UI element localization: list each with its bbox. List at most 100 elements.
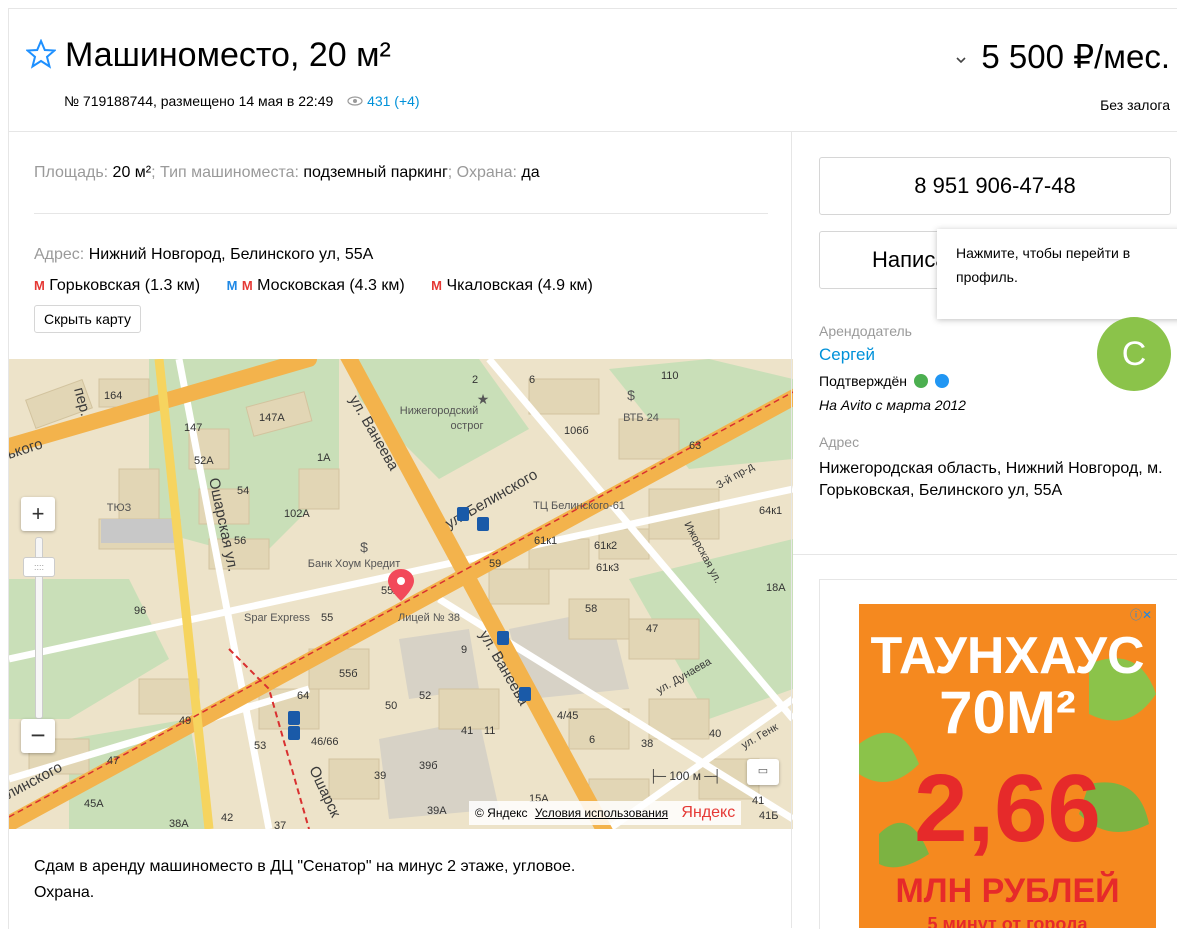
svg-text:ТЮЗ: ТЮЗ <box>107 502 132 514</box>
zoom-slider-handle[interactable]: :::: <box>23 557 55 577</box>
svg-text:147: 147 <box>184 422 202 434</box>
svg-text:6: 6 <box>529 374 535 386</box>
svg-text:53: 53 <box>254 740 266 752</box>
svg-text:Нижегородский: Нижегородский <box>400 405 478 417</box>
svg-text:6: 6 <box>589 734 595 746</box>
svg-text:47: 47 <box>107 755 119 767</box>
svg-text:63: 63 <box>689 440 701 452</box>
email-verified-icon <box>934 374 949 388</box>
svg-text:164: 164 <box>104 390 122 402</box>
listing-title: Машиноместо, 20 м² <box>65 36 391 74</box>
svg-text:46/66: 46/66 <box>311 736 339 748</box>
svg-text:Банк Хоум Кредит: Банк Хоум Кредит <box>308 558 401 570</box>
address-value: Нижний Новгород, Белинского ул, 55А <box>88 246 374 263</box>
favorite-star-icon[interactable] <box>26 39 56 69</box>
metro-icon: М <box>226 278 238 293</box>
avatar[interactable]: С <box>1097 317 1171 391</box>
verified-status: Подтверждён <box>819 373 949 389</box>
svg-text:ТЦ Белинского-61: ТЦ Белинского-61 <box>533 500 625 512</box>
phone-button[interactable]: 8 951 906-47-48 <box>819 157 1171 215</box>
svg-text:41: 41 <box>752 795 764 807</box>
map[interactable]: 164 147А 147 52А 54 1А 102А 56 96 55 55А… <box>9 359 793 829</box>
area-value: 20 м² <box>112 164 152 181</box>
ad-close-icon[interactable]: ⓘ✕ <box>1130 606 1152 623</box>
svg-text:102А: 102А <box>284 508 310 520</box>
listing-meta: № 719188744, размещено 14 мая в 22:49 43… <box>64 93 420 109</box>
svg-text:96: 96 <box>134 605 146 617</box>
svg-text:55б: 55б <box>339 668 358 680</box>
address-label-right: Адрес <box>819 434 860 450</box>
map-terms-link[interactable]: Условия использования <box>535 806 668 820</box>
svg-text:106б: 106б <box>564 425 589 437</box>
svg-text:38А: 38А <box>169 818 189 829</box>
hide-map-button[interactable]: Скрыть карту <box>34 305 141 333</box>
price-value: 5 500 ₽/мес. <box>981 38 1170 75</box>
svg-text:61к3: 61к3 <box>596 562 619 574</box>
deposit-info: Без залога <box>1100 97 1170 113</box>
type-label: Тип машиноместа: <box>160 164 299 181</box>
page-frame: Машиноместо, 20 м² № 719188744, размещен… <box>8 8 1177 929</box>
metro-icon: М <box>241 278 253 293</box>
advertisement-banner[interactable]: ⓘ✕ ТАУНХАУС 70М² 2,66 МЛН РУБЛЕЙ 5 минут… <box>859 604 1156 928</box>
full-address: Нижегородская область, Нижний Новгород, … <box>819 460 1163 499</box>
listing-description: Сдам в аренду машиноместо в ДЦ "Сенатор"… <box>34 854 575 906</box>
svg-text:55: 55 <box>321 612 333 624</box>
metro-station: Чкаловская (4.9 км) <box>446 277 593 294</box>
member-since: На Avito с марта 2012 <box>819 397 966 413</box>
svg-text:★: ★ <box>477 391 490 407</box>
ad-line-2: 70М² <box>939 679 1076 746</box>
zoom-out-button[interactable]: − <box>21 719 55 753</box>
svg-text:49: 49 <box>179 715 191 727</box>
listing-header: Машиноместо, 20 м² № 719188744, размещен… <box>9 9 1177 132</box>
map-scale: ├─ 100 м ─┤ <box>649 769 722 783</box>
map-copyright: © Яндекс <box>475 806 528 820</box>
divider <box>793 554 1177 555</box>
svg-text:39: 39 <box>374 770 386 782</box>
svg-text:38: 38 <box>641 738 653 750</box>
svg-text:59: 59 <box>489 558 501 570</box>
area-label: Площадь: <box>34 164 109 181</box>
eye-icon <box>347 93 363 109</box>
svg-text:9: 9 <box>461 644 467 656</box>
svg-text:40: 40 <box>709 728 721 740</box>
svg-text:64к1: 64к1 <box>759 505 782 517</box>
address-label: Адрес: <box>34 246 85 263</box>
svg-text:39б: 39б <box>419 760 438 772</box>
svg-text:52: 52 <box>419 690 431 702</box>
svg-text:54: 54 <box>237 485 249 497</box>
svg-text:11: 11 <box>484 725 495 737</box>
type-value: подземный паркинг <box>303 164 448 181</box>
svg-text:41Б: 41Б <box>759 810 778 822</box>
metro-list: М Горьковская (1.3 км) М М Московская (4… <box>34 277 593 295</box>
guard-label: Охрана: <box>456 164 517 181</box>
svg-text:45А: 45А <box>84 798 104 810</box>
svg-text:1А: 1А <box>317 452 331 464</box>
svg-text:18А: 18А <box>766 582 786 594</box>
zoom-in-button[interactable]: + <box>21 497 55 531</box>
svg-text:110: 110 <box>661 370 679 382</box>
svg-text:41: 41 <box>461 725 473 737</box>
listing-params: Площадь: 20 м²; Тип машиноместа: подземн… <box>34 164 540 181</box>
price: 5 500 ₽/мес. <box>951 37 1170 77</box>
currency-dropdown-icon[interactable] <box>951 49 971 69</box>
phone-verified-icon <box>913 374 928 388</box>
guard-value: да <box>521 164 540 181</box>
landlord-label: Арендодатель <box>819 323 912 339</box>
svg-text:2: 2 <box>472 374 478 386</box>
svg-text:50: 50 <box>385 700 397 712</box>
ad-line-4: МЛН РУБЛЕЙ <box>895 872 1120 910</box>
svg-text:42: 42 <box>221 812 233 824</box>
verified-label: Подтверждён <box>819 373 908 389</box>
description-line: Охрана. <box>34 884 95 901</box>
scale-label: 100 м <box>669 769 701 783</box>
svg-text:острог: острог <box>451 420 484 432</box>
svg-text:Лицей № 38: Лицей № 38 <box>398 612 460 624</box>
listing-number-date: № 719188744, размещено 14 мая в 22:49 <box>64 93 334 109</box>
views-count[interactable]: 431 (+4) <box>367 93 420 109</box>
yandex-logo[interactable]: Яндекс <box>681 804 735 821</box>
profile-tooltip: Нажмите, чтобы перейти в профиль. <box>937 229 1177 329</box>
svg-text:61к2: 61к2 <box>594 540 617 552</box>
metro-icon: М <box>34 278 45 293</box>
ruler-button[interactable]: ▭ <box>747 759 779 785</box>
seller-name[interactable]: Сергей <box>819 345 875 365</box>
